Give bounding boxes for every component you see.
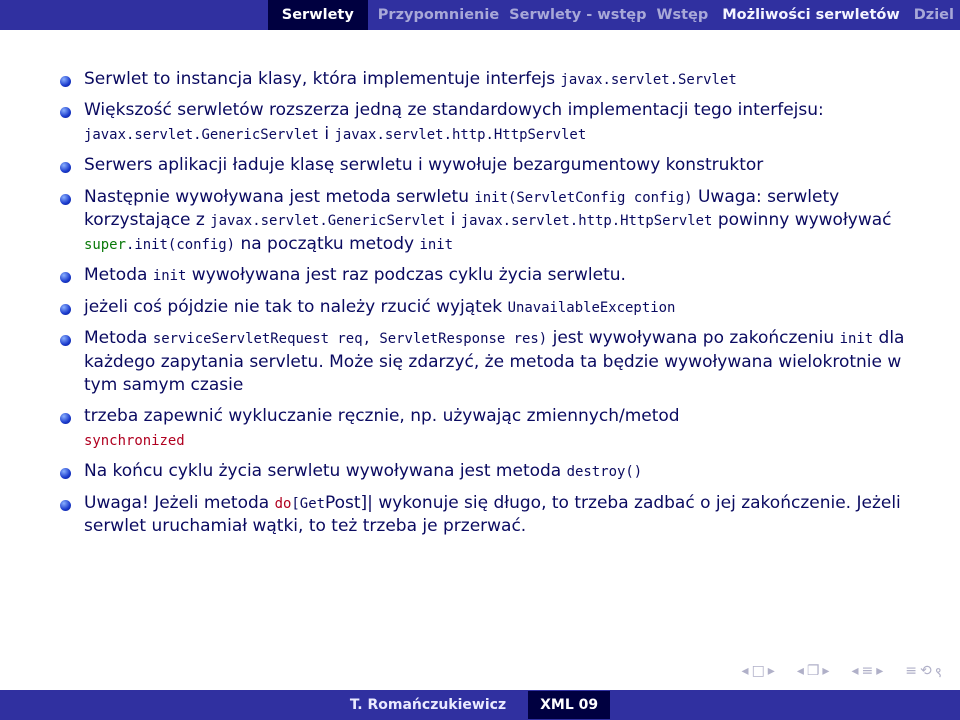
text: jest wywoływana po zakończeniu	[547, 328, 839, 348]
tab-przypomnienie[interactable]: Przypomnienie	[376, 7, 501, 23]
text: Metoda	[84, 265, 153, 285]
nav-search-icon[interactable]: ≡	[861, 663, 873, 682]
code: destroy()	[567, 464, 643, 480]
text: jeżeli coś pójdzie nie tak to należy rzu…	[84, 297, 508, 317]
section-title: Serwlety	[268, 0, 368, 30]
keyword-super: super	[84, 237, 126, 253]
text: i	[319, 124, 335, 144]
nav-slide-icon[interactable]: ❐	[807, 663, 820, 682]
code: init	[419, 237, 453, 253]
bullet-7: Metoda serviceServletRequest req, Servle…	[60, 323, 918, 401]
text: na początku metody	[235, 234, 419, 254]
tab-mozliwosci[interactable]: Możliwości serwletów	[716, 3, 905, 27]
nav-back-icon[interactable]: ◂	[851, 663, 858, 682]
nav-group-1: ◂ □ ▸	[742, 663, 775, 682]
code: UnavailableException	[508, 300, 676, 316]
nav-refresh-icon[interactable]: ⟲	[920, 663, 932, 682]
text: trzeba zapewnić wykluczanie ręcznie, np.…	[84, 406, 680, 426]
code: javax.servlet.http.HttpServlet	[334, 127, 586, 143]
nav-group-3: ◂ ≡ ▸	[851, 663, 883, 682]
text: Na końcu cyklu życia serwletu wywoływana…	[84, 461, 567, 481]
slide-footer: T. Romańczukiewicz XML 09	[0, 690, 960, 720]
code: [Get	[291, 496, 325, 512]
nav-group-4: ≡ ⟲ ९	[905, 663, 942, 682]
bullet-6: jeżeli coś pójdzie nie tak to należy rzu…	[60, 292, 918, 323]
bullet-2: Większość serwletów rozszerza jedną ze s…	[60, 95, 918, 150]
footer-course: XML 09	[528, 691, 610, 719]
nav-next-icon[interactable]: ▸	[822, 663, 829, 682]
code: init	[153, 268, 187, 284]
nav-group-2: ◂ ❐ ▸	[797, 663, 830, 682]
code: init(ServletConfig config)	[474, 190, 692, 206]
code: init	[840, 331, 874, 347]
text: wywoływana jest raz podczas cyklu życia …	[186, 265, 626, 285]
nav-menu-icon[interactable]: ९	[935, 663, 942, 682]
code: javax.servlet.http.HttpServlet	[461, 213, 713, 229]
code: javax.servlet.GenericServlet	[84, 127, 319, 143]
keyword-do: do	[275, 496, 292, 512]
nav-jump-back-icon[interactable]: ≡	[905, 663, 917, 682]
code: .init(config)	[126, 237, 235, 253]
text: Większość serwletów rozszerza jedną ze s…	[84, 100, 824, 120]
slide-body: Serwlet to instancja klasy, która implem…	[0, 30, 960, 543]
tab-wstep[interactable]: Wstęp	[654, 7, 710, 23]
code: javax.servlet.Servlet	[561, 72, 737, 88]
bullet-4: Następnie wywoływana jest metoda serwlet…	[60, 182, 918, 260]
slide-header: Serwlety Przypomnienie Serwlety - wstęp …	[0, 0, 960, 30]
bullet-5: Metoda init wywoływana jest raz podczas …	[60, 260, 918, 291]
text: Serwlet to instancja klasy, która implem…	[84, 69, 561, 89]
text: Uwaga! Jeżeli metoda	[84, 493, 275, 513]
bullet-1: Serwlet to instancja klasy, która implem…	[60, 64, 918, 95]
keyword-synchronized: synchronized	[84, 433, 185, 449]
nav-forward-icon[interactable]: ▸	[876, 663, 883, 682]
text: Następnie wywoływana jest metoda serwlet…	[84, 187, 474, 207]
bullet-9: Na końcu cyklu życia serwletu wywoływana…	[60, 456, 918, 487]
footer-author: T. Romańczukiewicz	[350, 697, 506, 713]
tab-serwlety-wstep[interactable]: Serwlety - wstęp	[507, 7, 648, 23]
code: serviceServletRequest req, ServletRespon…	[153, 331, 547, 347]
nav-prev-section-icon[interactable]: □	[752, 663, 765, 682]
nav-controls: ◂ □ ▸ ◂ ❐ ▸ ◂ ≡ ▸ ≡ ⟲ ९	[742, 663, 942, 682]
text: i	[445, 210, 461, 230]
header-tabs: Przypomnienie Serwlety - wstęp Wstęp Moż…	[376, 3, 960, 27]
nav-prev-icon[interactable]: ◂	[797, 663, 804, 682]
text: powinny wywoływać	[712, 210, 891, 230]
code: javax.servlet.GenericServlet	[210, 213, 445, 229]
bullet-10: Uwaga! Jeżeli metoda do[GetPost]| wykonu…	[60, 488, 918, 543]
tab-dziel[interactable]: Dziel	[912, 7, 956, 23]
bullet-8: trzeba zapewnić wykluczanie ręcznie, np.…	[60, 401, 918, 456]
nav-next-section-icon[interactable]: ▸	[768, 663, 775, 682]
bullet-3: Serwers aplikacji ładuje klasę serwletu …	[60, 150, 918, 181]
nav-first-icon[interactable]: ◂	[742, 663, 749, 682]
text: Metoda	[84, 328, 153, 348]
